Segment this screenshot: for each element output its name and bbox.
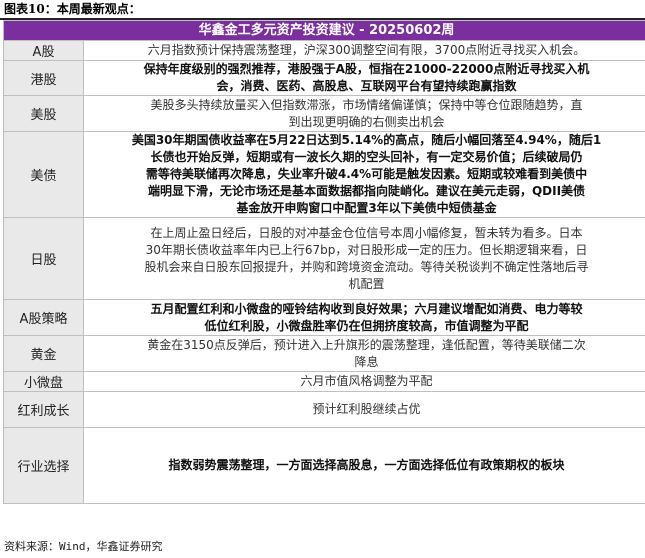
row-label: A股策略 <box>3 299 84 336</box>
figure-title: 图表10：本周最新观点： <box>4 2 141 16</box>
content-line: 降息 <box>354 354 379 369</box>
table-header: 华鑫金工多元资产投资建议 - 20250602周 <box>3 20 645 41</box>
row-content: 六月指数预计保持震荡整理，沪深300调整空间有限，3700点附近寻找买入机会。 <box>83 40 645 61</box>
content-line: 美股多头持续放量买入但指数滞涨，市场情绪偏谨慎；保持中等仓位跟随趋势，直 <box>150 97 583 112</box>
content-line: 六月指数预计保持震荡整理，沪深300调整空间有限，3700点附近寻找买入机会。 <box>147 43 586 57</box>
content-line: 基金放开申购窗口中配置3年以下美债中短债基金 <box>236 201 497 215</box>
content-line: 保持年度级别的强烈推荐，港股强于A股，恒指在21000-22000点附近寻找买入… <box>143 62 590 76</box>
row-label: 日股 <box>3 217 84 300</box>
content-line: 端明显下滑，无论市场还是基本面数据都指向陡峭化。建议在美元走弱，QDII美债 <box>147 184 586 198</box>
content-line: 美国30年期国债收益率在5月22日达到5.14%的高点，随后小幅回落至4.94%… <box>131 133 602 147</box>
table-row: 美股 美股多头持续放量买入但指数滞涨，市场情绪偏谨慎；保持中等仓位跟随趋势，直 到出… <box>3 95 645 132</box>
content-line: 预计红利股继续占优 <box>312 402 421 416</box>
table-row: A股策略 五月配置红利和小微盘的哑铃结构收到良好效果；六月建议增配如消费、电力等较… <box>3 299 645 336</box>
content-line: 低位红利股，小微盘胜率仍在但拥挤度较高，市值调整为平配 <box>204 318 529 333</box>
content-line: 会，消费、医药、高股息、互联网平台有望持续跑赢指数 <box>216 79 517 93</box>
row-label: 行业选择 <box>3 427 84 504</box>
content-line: 在上周止盈日经后，日股的对冲基金仓位信号本周小幅修复，暂未转为看多。日本 <box>150 225 583 240</box>
table-row: 日股 在上周止盈日经后，日股的对冲基金仓位信号本周小幅修复，暂未转为看多。日本 30… <box>3 217 645 300</box>
row-content: 黄金在3150点反弹后，预计进入上升旗形的震荡整理，逢低配置，等待美联储二次 降息 <box>83 335 645 372</box>
row-content: 保持年度级别的强烈推荐，港股强于A股，恒指在21000-22000点附近寻找买入… <box>83 60 645 96</box>
table-row: 港股 保持年度级别的强烈推荐，港股强于A股，恒指在21000-22000点附近寻找… <box>3 60 645 96</box>
row-content: 预计红利股继续占优 <box>83 391 645 428</box>
source-note: 资料来源：Wind，华鑫证券研究 <box>4 540 163 553</box>
row-label: A股 <box>3 40 84 61</box>
row-label: 红利成长 <box>3 391 84 428</box>
content-line: 五月配置红利和小微盘的哑铃结构收到良好效果；六月建议增配如消费、电力等较 <box>150 301 583 316</box>
row-content: 美股多头持续放量买入但指数滞涨，市场情绪偏谨慎；保持中等仓位跟随趋势，直 到出现更… <box>83 95 645 132</box>
content-line: 长债也开始反弹，短期或有一波长久期的空头回补，有一定交易价值；后续破局仍 <box>150 150 583 164</box>
table-row: 行业选择 指数弱势震荡整理，一方面选择高股息，一方面选择低位有政策期权的板块 <box>3 427 645 504</box>
content-line: 股机会来自日股东回报提升，并购和跨境资金流动。等待关税谈判不确定性落地后寻 <box>144 259 589 274</box>
row-content: 五月配置红利和小微盘的哑铃结构收到良好效果；六月建议增配如消费、电力等较 低位红利… <box>83 299 645 336</box>
row-label: 小微盘 <box>3 371 84 392</box>
row-label: 港股 <box>3 60 84 96</box>
content-line: 到出现更明确的右侧卖出机会 <box>288 114 445 129</box>
table-row: 红利成长 预计红利股继续占优 <box>3 391 645 428</box>
content-line: 30年期长债收益率年内已上行67bp，对日股形成一定的压力。但长期逻辑来看，日 <box>145 242 588 257</box>
table-row: 小微盘 六月市值风格调整为平配 <box>3 371 645 392</box>
row-label: 黄金 <box>3 335 84 372</box>
row-content: 六月市值风格调整为平配 <box>83 371 645 392</box>
content-line: 需等待美联储再次降息，失业率升破4.4%可能是触发因素。短期或较难看到美债中 <box>145 167 588 181</box>
content-line: 黄金在3150点反弹后，预计进入上升旗形的震荡整理，逢低配置，等待美联储二次 <box>147 337 586 352</box>
table-row: 美债 美国30年期国债收益率在5月22日达到5.14%的高点，随后小幅回落至4.9… <box>3 131 645 218</box>
content-line: 指数弱势震荡整理，一方面选择高股息，一方面选择低位有政策期权的板块 <box>168 458 565 472</box>
content-line: 六月市值风格调整为平配 <box>300 374 433 388</box>
row-label: 美债 <box>3 131 84 218</box>
row-content: 指数弱势震荡整理，一方面选择高股息，一方面选择低位有政策期权的板块 <box>83 427 645 504</box>
table-header-row: 华鑫金工多元资产投资建议 - 20250602周 <box>3 20 645 41</box>
row-content: 美国30年期国债收益率在5月22日达到5.14%的高点，随后小幅回落至4.94%… <box>83 131 645 218</box>
row-content: 在上周止盈日经后，日股的对冲基金仓位信号本周小幅修复，暂未转为看多。日本 30年期… <box>83 217 645 300</box>
table-row: 黄金 黄金在3150点反弹后，预计进入上升旗形的震荡整理，逢低配置，等待美联储二次… <box>3 335 645 372</box>
row-label: 美股 <box>3 95 84 132</box>
table-row: A股 六月指数预计保持震荡整理，沪深300调整空间有限，3700点附近寻找买入机会… <box>3 40 645 61</box>
content-line: 机配置 <box>348 276 385 291</box>
advice-table: 华鑫金工多元资产投资建议 - 20250602周 A股 六月指数预计保持震荡整理，… <box>3 20 645 504</box>
